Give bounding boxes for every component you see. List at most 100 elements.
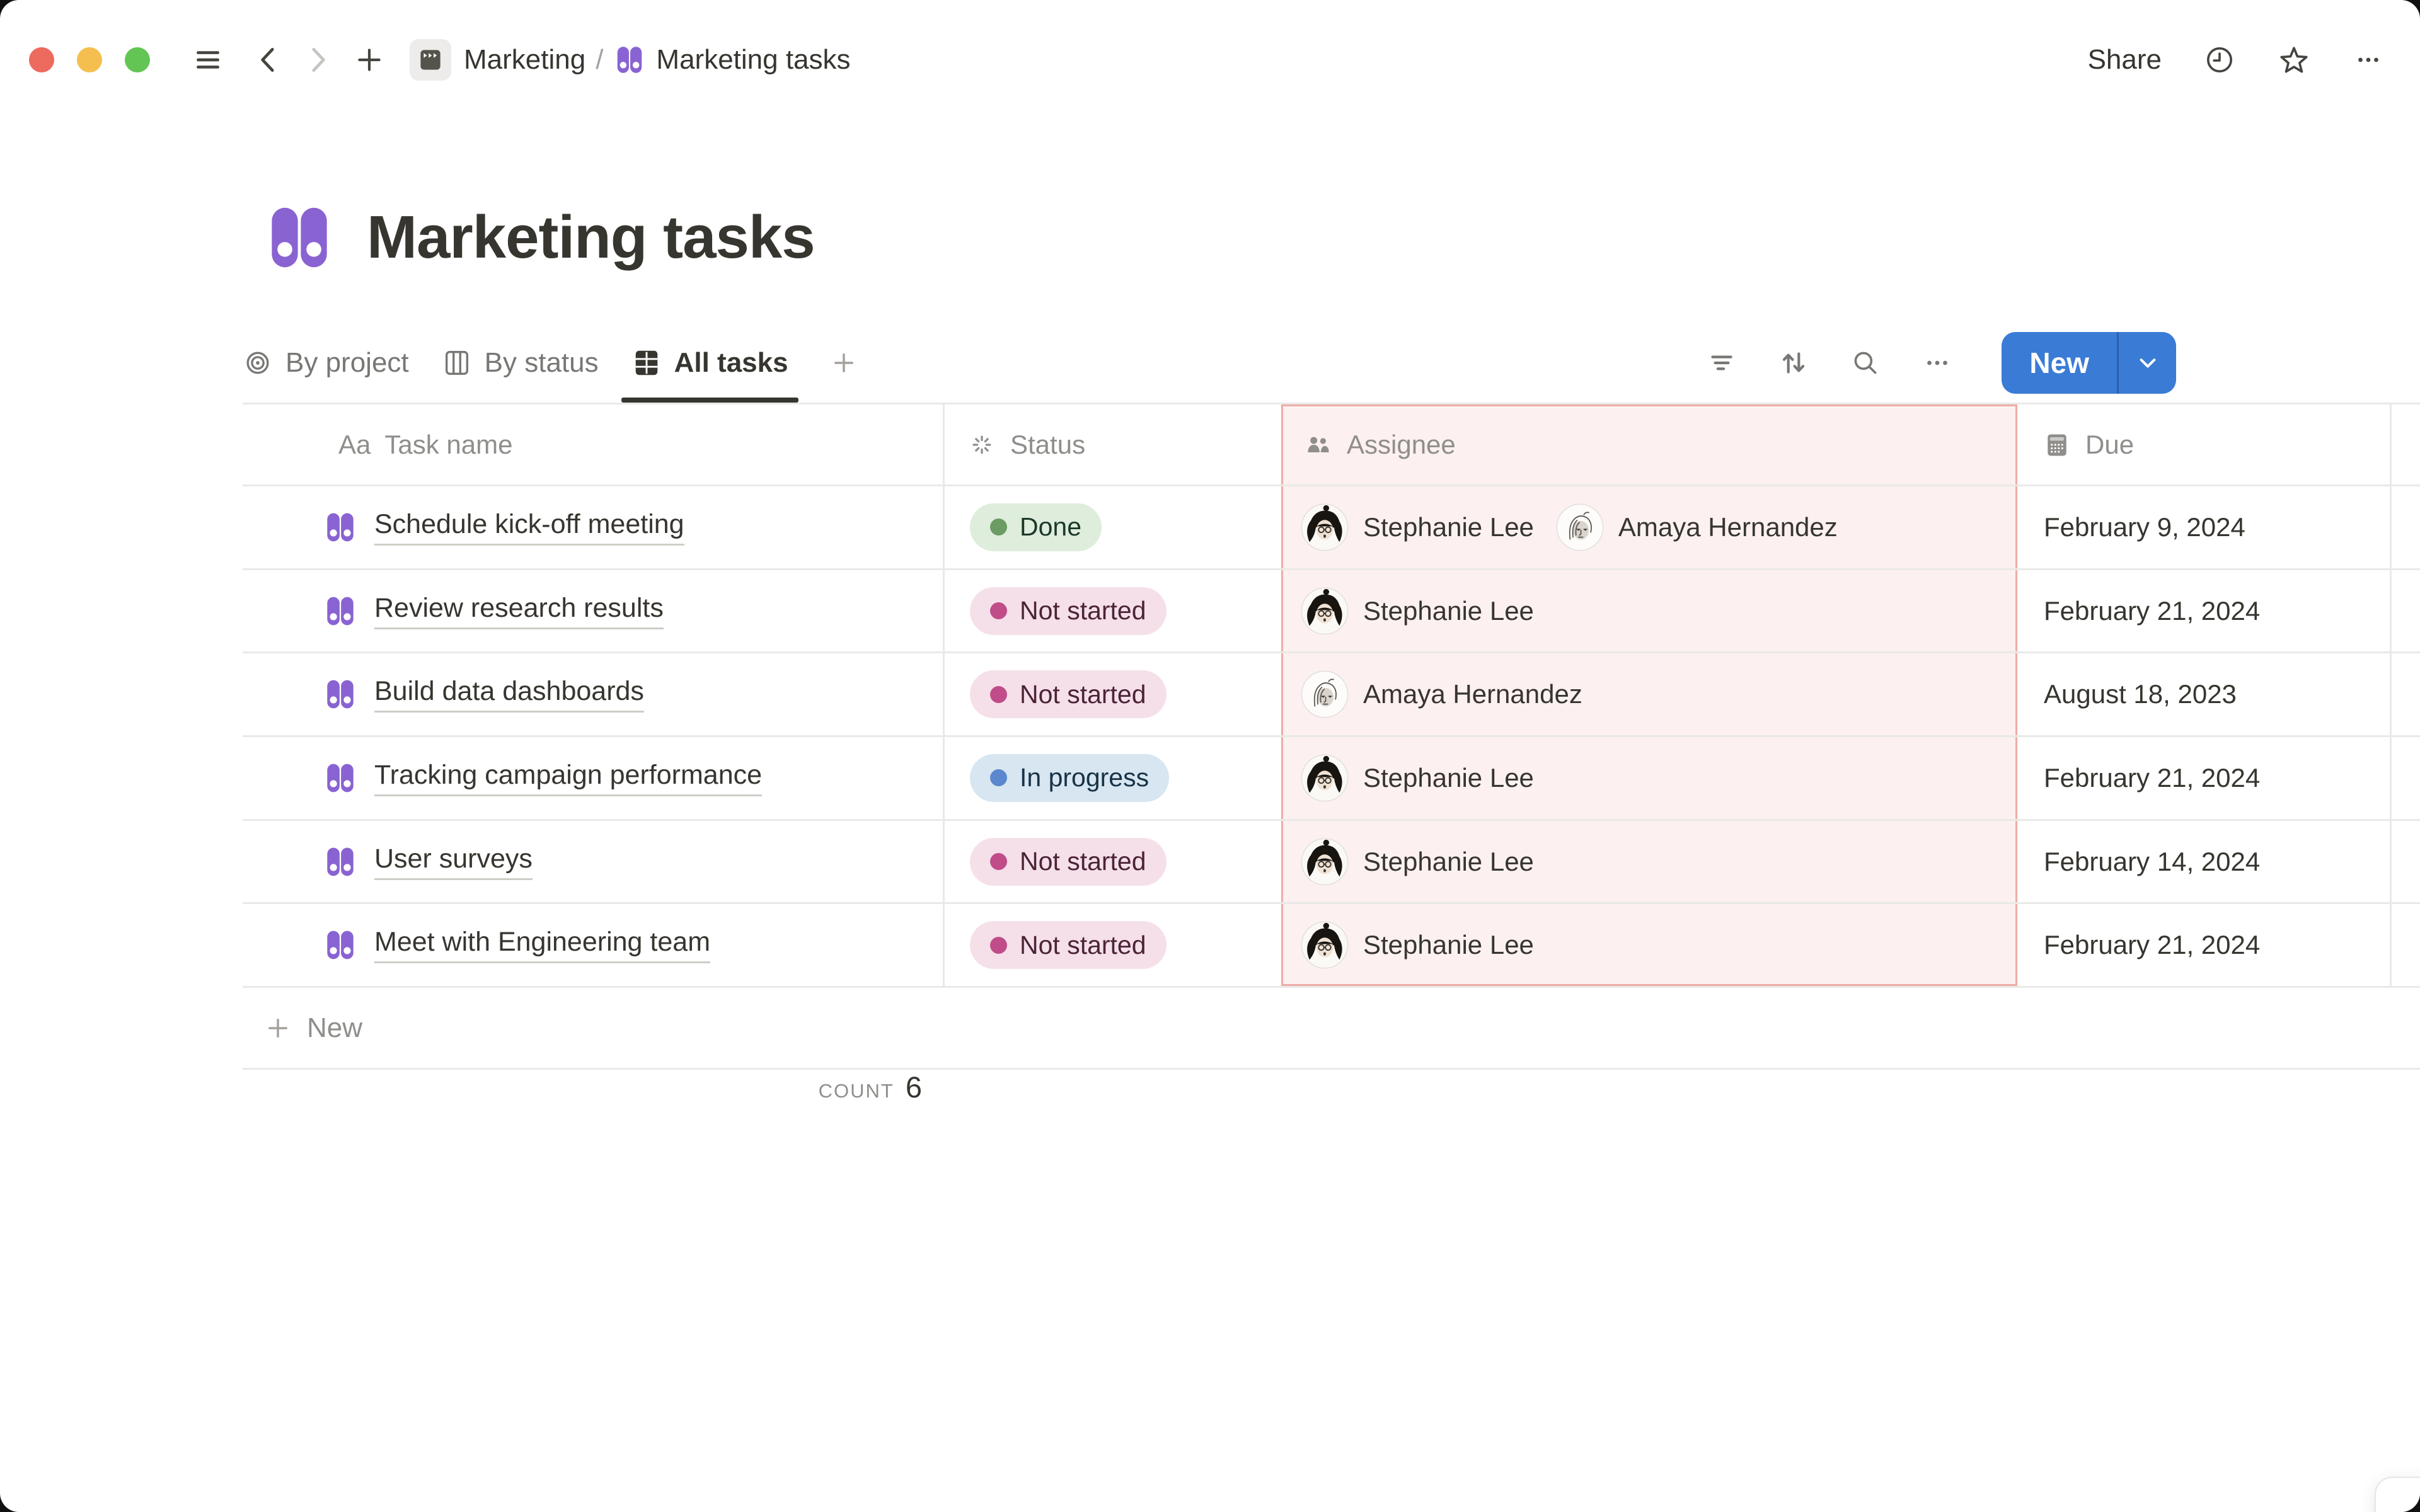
breadcrumb-current[interactable]: Marketing tasks [613, 43, 850, 76]
table-footer: COUNT 6 [243, 1070, 2420, 1153]
favorite-star-icon[interactable] [2278, 43, 2310, 76]
binoculars-icon [613, 43, 646, 76]
assignee-cell[interactable]: Stephanie Lee [1281, 904, 2017, 986]
status-cell[interactable]: Not started [945, 821, 1281, 903]
table-body: Schedule kick-off meeting Done Stephanie L… [243, 486, 2420, 988]
assignee-cell[interactable]: Stephanie Lee Amaya Hernandez [1281, 486, 2017, 568]
header-spacer [2392, 404, 2420, 484]
titlebar: Marketing / Marketing tasks Share [0, 0, 2420, 120]
tab-by-project[interactable]: By project [243, 323, 425, 403]
status-cell[interactable]: Done [945, 486, 1281, 568]
task-name-link[interactable]: User surveys [374, 844, 533, 880]
count-label: COUNT [819, 1080, 894, 1102]
avatar [1300, 920, 1349, 970]
column-header-due[interactable]: Due [2017, 404, 2392, 484]
filter-icon[interactable] [1705, 346, 1738, 379]
row-spacer [2392, 904, 2420, 986]
status-cell[interactable]: Not started [945, 653, 1281, 735]
new-button-label[interactable]: New [2002, 332, 2117, 394]
tab-all-tasks[interactable]: All tasks [615, 323, 805, 403]
binoculars-icon [323, 760, 358, 796]
task-name-cell[interactable]: Build data dashboards [243, 653, 945, 735]
tab-label: By status [485, 347, 599, 379]
zoom-window-button[interactable] [125, 47, 150, 72]
avatar [1300, 670, 1349, 719]
status-pill[interactable]: Not started [970, 921, 1167, 969]
nav-forward-button[interactable] [296, 38, 339, 81]
target-icon [243, 348, 273, 378]
new-tab-button[interactable] [348, 38, 391, 81]
task-name-cell[interactable]: Schedule kick-off meeting [243, 486, 945, 568]
assignee-name: Stephanie Lee [1363, 930, 1534, 960]
more-options-icon[interactable] [2352, 43, 2385, 76]
due-date-cell[interactable]: August 18, 2023 [2017, 653, 2392, 735]
task-name-link[interactable]: Review research results [374, 593, 664, 629]
assignee-cell[interactable]: Stephanie Lee [1281, 737, 2017, 819]
assignee-name: Stephanie Lee [1363, 596, 1534, 626]
status-pill[interactable]: Done [970, 503, 1102, 551]
task-name-link[interactable]: Schedule kick-off meeting [374, 509, 684, 546]
assignee-cell[interactable]: Amaya Hernandez [1281, 653, 2017, 735]
sidebar-menu-button[interactable] [187, 38, 229, 81]
status-cell[interactable]: In progress [945, 737, 1281, 819]
due-date-cell[interactable]: February 21, 2024 [2017, 737, 2392, 819]
assignee-name: Amaya Hernandez [1618, 512, 1838, 542]
traffic-lights [29, 47, 150, 72]
column-header-assignee[interactable]: Assignee [1281, 404, 2017, 484]
due-date-cell[interactable]: February 14, 2024 [2017, 821, 2392, 903]
column-label: Task name [384, 430, 512, 460]
binoculars-icon [323, 593, 358, 629]
table-row: Review research results Not started Stepha… [243, 570, 2420, 654]
add-view-button[interactable] [814, 323, 874, 403]
breadcrumb-parent[interactable]: Marketing [391, 39, 585, 81]
new-button-dropdown[interactable] [2117, 332, 2176, 394]
page-binoculars-icon[interactable] [262, 200, 337, 275]
sort-icon[interactable] [1777, 346, 1810, 379]
status-pill[interactable]: Not started [970, 838, 1167, 886]
status-pill[interactable]: Not started [970, 670, 1167, 718]
view-tabs-bar: By project By status All tasks New [243, 323, 2420, 404]
column-header-status[interactable]: Status [945, 404, 1281, 484]
due-date-cell[interactable]: February 21, 2024 [2017, 570, 2392, 652]
due-date: February 21, 2024 [2044, 596, 2260, 626]
view-options-icon[interactable] [1921, 346, 1954, 379]
assignee-name: Stephanie Lee [1363, 512, 1534, 542]
tab-by-status[interactable]: By status [425, 323, 615, 403]
assignee-cell[interactable]: Stephanie Lee [1281, 821, 2017, 903]
close-window-button[interactable] [29, 47, 54, 72]
status-pill[interactable]: In progress [970, 754, 1169, 802]
task-name-cell[interactable]: User surveys [243, 821, 945, 903]
task-name-link[interactable]: Build data dashboards [374, 676, 644, 713]
status-cell[interactable]: Not started [945, 570, 1281, 652]
task-name-link[interactable]: Tracking campaign performance [374, 760, 762, 796]
due-date-cell[interactable]: February 9, 2024 [2017, 486, 2392, 568]
tasks-table: Aa Task name Status Assignee Due Schedul… [243, 404, 2420, 1153]
avatar [1555, 503, 1605, 552]
history-clock-icon[interactable] [2203, 43, 2236, 76]
page-title[interactable]: Marketing tasks [367, 203, 815, 272]
task-name-cell[interactable]: Review research results [243, 570, 945, 652]
status-label: Done [1020, 512, 1081, 542]
table-row: Meet with Engineering team Not started Ste… [243, 904, 2420, 988]
task-name-link[interactable]: Meet with Engineering team [374, 927, 710, 963]
assignee-chip: Stephanie Lee [1300, 587, 1534, 636]
binoculars-icon [323, 510, 358, 545]
status-cell[interactable]: Not started [945, 904, 1281, 986]
column-header-task-name[interactable]: Aa Task name [243, 404, 945, 484]
storefront-icon [416, 45, 445, 74]
nav-back-button[interactable] [247, 38, 290, 81]
minimize-window-button[interactable] [77, 47, 102, 72]
status-pill[interactable]: Not started [970, 587, 1167, 635]
titlebar-actions: Share [2088, 43, 2385, 76]
status-dot-icon [990, 686, 1007, 703]
count-calculation[interactable]: COUNT 6 [243, 1070, 945, 1153]
search-icon[interactable] [1849, 346, 1882, 379]
new-button[interactable]: New [2002, 332, 2176, 394]
task-name-cell[interactable]: Meet with Engineering team [243, 904, 945, 986]
due-date-cell[interactable]: February 21, 2024 [2017, 904, 2392, 986]
task-name-cell[interactable]: Tracking campaign performance [243, 737, 945, 819]
new-row-button[interactable]: New [243, 988, 2420, 1070]
share-button[interactable]: Share [2088, 44, 2162, 76]
assignee-cell[interactable]: Stephanie Lee [1281, 570, 2017, 652]
help-bubble[interactable] [2375, 1477, 2420, 1512]
